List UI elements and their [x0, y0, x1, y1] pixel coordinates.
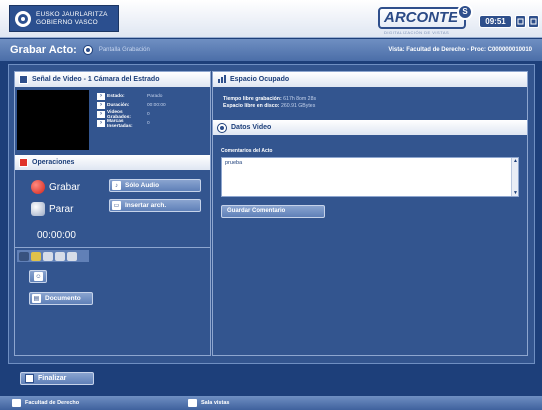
finish-button[interactable]: Finalizar	[20, 372, 94, 385]
space-info: Tiempo libre grabación: 617h 8om 28s Esp…	[213, 87, 527, 110]
close-button[interactable]	[528, 15, 539, 28]
arrow-icon: ›	[97, 93, 105, 100]
finish-icon	[25, 374, 34, 383]
app-header: EUSKO JAURLARITZA GOBIERNO VASCO ARCONTE…	[0, 0, 542, 38]
arconte-badge: S	[457, 4, 473, 20]
left-panel: Señal de Video - 1 Cámara del Estrado › …	[14, 71, 211, 356]
document-button[interactable]: ▤ Documento	[29, 292, 93, 305]
scroll-up-icon[interactable]: ▲	[512, 158, 519, 164]
logo-line-2: GOBIERNO VASCO	[36, 18, 98, 26]
camera-selector	[17, 250, 89, 262]
camera-2-icon[interactable]	[43, 251, 53, 261]
building-icon	[12, 399, 21, 407]
government-logo: EUSKO JAURLARITZA GOBIERNO VASCO	[9, 5, 119, 32]
footer-location: Facultad de Derecho	[12, 399, 79, 407]
camera-3-icon[interactable]	[55, 251, 65, 261]
arrow-icon: ›	[97, 102, 105, 109]
arrow-icon: ›	[97, 120, 105, 127]
record-button[interactable]: Grabar	[31, 180, 80, 194]
save-comment-button[interactable]: Guardar Comentario	[221, 205, 325, 218]
arrow-icon: ›	[97, 111, 105, 118]
camera-thumb-icon[interactable]	[19, 251, 29, 261]
elapsed-timer: 00:00:00	[37, 230, 76, 241]
operations-title: Operaciones	[32, 159, 75, 166]
data-panel-header: Datos Video	[213, 120, 527, 135]
record-icon	[31, 180, 45, 194]
arconte-logo: ARCONTE	[378, 7, 466, 29]
user-button[interactable]: ☺	[29, 270, 47, 283]
logo-line-1: EUSKO JAURLARITZA	[36, 10, 108, 18]
video-info: › Estado: Parado › Duración: 00:00:00 › …	[97, 92, 166, 129]
video-panel-header: Señal de Video - 1 Cámara del Estrado	[15, 72, 210, 87]
comments-label: Comentarios del Acto	[221, 148, 273, 154]
free-disk-label: Espacio libre en disco:	[223, 103, 280, 109]
audio-only-button[interactable]: ♪ Sólo Audio	[109, 179, 201, 192]
chart-icon	[218, 75, 226, 83]
comments-textarea[interactable]: prueba	[221, 157, 519, 197]
camera-4-icon[interactable]	[67, 251, 77, 261]
clock-display: 09:51	[479, 15, 512, 28]
scroll-down-icon[interactable]: ▼	[512, 190, 519, 196]
free-time-label: Tiempo libre grabación:	[223, 96, 282, 102]
comments-scrollbar[interactable]: ▲ ▼	[511, 158, 518, 196]
divider	[15, 247, 210, 248]
room-icon	[188, 399, 197, 407]
space-panel-title: Espacio Ocupado	[230, 76, 290, 83]
free-disk-value: 260.91 GBytes	[280, 103, 316, 109]
video-preview	[17, 90, 89, 150]
camera-1-icon[interactable]	[31, 251, 41, 261]
video-panel-title: Señal de Video - 1 Cámara del Estrado	[32, 76, 160, 83]
close-icon	[530, 18, 537, 25]
data-panel-title: Datos Video	[231, 124, 272, 131]
video-icon	[19, 75, 28, 84]
document-icon: ▤	[32, 294, 41, 303]
folder-icon: ▭	[112, 201, 121, 210]
stop-icon	[31, 202, 45, 216]
operations-header: Operaciones	[15, 155, 210, 170]
footer-room: Sala vistas	[188, 399, 229, 407]
main-area: Señal de Video - 1 Cámara del Estrado › …	[8, 64, 535, 364]
page-subtitle: Pantalla Grabación	[98, 47, 150, 53]
status-bar: Facultad de Derecho Sala vistas	[0, 396, 542, 410]
session-info: Vista: Facultad de Derecho - Proc: C0000…	[388, 47, 532, 53]
screen-icon	[82, 45, 93, 55]
right-panel: Espacio Ocupado Tiempo libre grabación: …	[212, 71, 528, 356]
page-title: Grabar Acto:	[10, 44, 77, 56]
insert-file-button[interactable]: ▭ Insertar arch.	[109, 199, 201, 212]
info-row-status: › Estado: Parado	[97, 92, 166, 101]
title-bar: Grabar Acto: Pantalla Grabación Vista: F…	[0, 39, 542, 61]
info-row-marks: › Marcas Insertadas: 0	[97, 119, 166, 129]
space-panel-header: Espacio Ocupado	[213, 72, 527, 87]
info-icon	[217, 122, 227, 133]
audio-icon: ♪	[112, 181, 121, 190]
user-icon: ☺	[34, 272, 43, 281]
record-label: Grabar	[49, 181, 81, 193]
stop-label: Parar	[49, 203, 74, 215]
arconte-subtitle: DIGITALIZACIÓN DE VISTAS	[384, 30, 450, 35]
coat-of-arms-icon	[10, 6, 36, 31]
help-icon	[517, 18, 524, 25]
stop-button[interactable]: Parar	[31, 202, 73, 216]
operations-icon	[19, 158, 28, 167]
free-time-value: 617h 8om 28s	[283, 96, 317, 102]
help-button[interactable]	[515, 15, 526, 28]
